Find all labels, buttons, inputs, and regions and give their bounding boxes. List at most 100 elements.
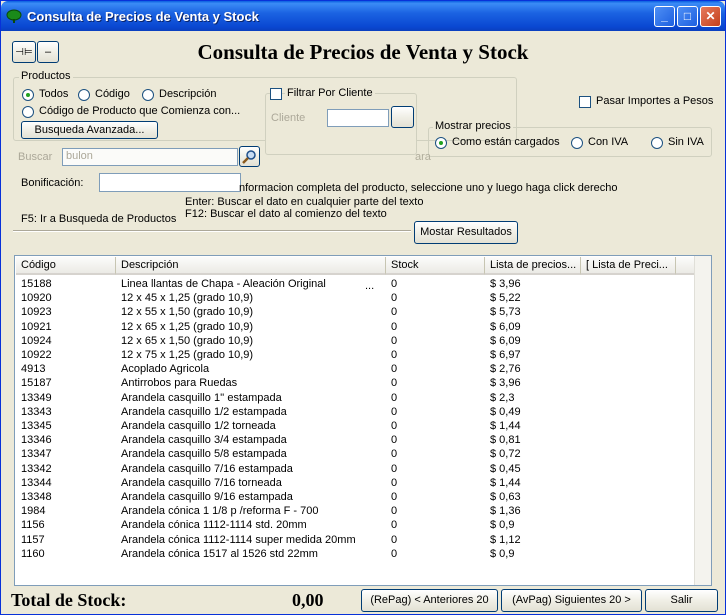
cell-precio: $ 1,44 [490,476,521,489]
cell-descripcion: Arandela cónica 1112-1114 std. 20mm [121,519,307,532]
cell-codigo: 1157 [21,533,45,546]
cell-stock: 0 [391,420,398,432]
productos-group-title: Productos [19,70,73,82]
cell-precio: $ 0,49 [490,405,521,418]
row-ellipsis: ... [365,280,375,292]
cell-codigo: 1984 [21,505,46,518]
table-row[interactable]: 13347 Arandela casquillo 5/8 estampada 0 $ … [15,447,711,461]
table-row[interactable]: 10923 12 x 55 x 1,50 (grado 10,9) 0 $ 5,73 [15,305,711,319]
cell-precio: $ 0,45 [490,462,521,475]
cell-descripcion: Arandela casquillo 7/16 torneada [121,476,282,489]
filtrar-cliente-label: Filtrar Por Cliente [285,87,375,99]
radio-con-iva-label: Con IVA [588,136,629,148]
col-header-lista-precios[interactable]: Lista de precios... [485,257,581,275]
cliente-lookup-button[interactable] [391,106,414,128]
cell-codigo: 10921 [21,320,52,333]
total-stock-value: 0,00 [292,590,324,610]
table-row[interactable]: 1157 Arandela cónica 1112-1114 super medi… [15,533,711,547]
col-header-lista-precios-2[interactable]: [ Lista de Preci... [581,257,676,275]
radio-como-estan[interactable] [435,137,447,149]
table-row[interactable]: 13343 Arandela casquillo 1/2 estampada 0 $ … [15,405,711,419]
busqueda-avanzada-button[interactable]: Busqueda Avanzada... [21,121,158,139]
title-bar[interactable]: Consulta de Precios de Venta y Stock _ □… [1,1,725,31]
cell-precio: $ 0,9 [490,519,515,532]
cell-stock: 0 [391,320,398,333]
maximize-button[interactable]: □ [677,6,698,27]
cell-precio: $ 1,36 [490,505,521,518]
bonificacion-label: Bonificación: [21,177,84,189]
cliente-input[interactable] [327,109,389,127]
table-row[interactable]: 13345 Arandela casquillo 1/2 torneada 0 $ 1… [15,419,711,433]
buscar-button[interactable] [239,146,260,167]
table-row[interactable]: 4913 Acoplado Agricola 0 $ 2,76 [15,362,711,376]
col-header-descripcion[interactable]: Descripción [116,257,386,275]
cell-precio: $ 5,22 [490,292,521,305]
cliente-label: Cliente [271,112,306,124]
cell-precio: $ 0,63 [490,491,521,503]
salir-button[interactable]: Salir [645,589,718,612]
products-grid[interactable]: Código Descripción Stock Lista de precio… [14,255,712,586]
cell-codigo: 1160 [21,547,45,560]
radio-con-iva[interactable] [571,137,583,149]
table-row[interactable]: 13344 Arandela casquillo 7/16 torneada 0 $ … [15,476,711,490]
cell-codigo: 13342 [21,462,52,475]
radio-codigo-comienza-label: Código de Producto que Comienza con... [39,105,241,117]
cell-stock: 0 [391,363,398,376]
cell-stock: 0 [391,476,398,489]
grid-vertical-scrollbar[interactable] [694,256,711,585]
mostrar-precios-title: Mostrar precios [433,120,513,132]
siguientes-button[interactable]: (AvPag) Siguientes 20 > [501,589,642,612]
table-row[interactable]: 1984 Arandela cónica 1 1/8 p /reforma F -… [15,504,711,518]
cell-descripcion: Arandela casquillo 3/4 estampada [121,434,287,447]
table-row[interactable]: 13346 Arandela casquillo 3/4 estampada 0 $ … [15,433,711,447]
filtrar-cliente-checkbox[interactable] [270,88,282,100]
table-row[interactable]: 1160 Arandela cónica 1517 al 1526 std 22m… [15,547,711,561]
cell-codigo: 13344 [21,476,52,489]
cell-stock: 0 [391,547,398,560]
radio-codigo-comienza[interactable] [22,106,34,118]
minimize-button[interactable]: _ [654,6,675,27]
radio-descripcion[interactable] [142,89,154,101]
mostrar-resultados-button[interactable]: Mostar Resultados [414,221,518,244]
buscar-input[interactable]: bulon [62,148,238,166]
table-row[interactable]: 15187 Antirrobos para Ruedas 0 $ 3,96 [15,376,711,390]
table-row[interactable]: 13348 Arandela casquillo 9/16 estampada 0 $… [15,490,711,504]
pasar-importes-checkbox[interactable] [579,96,591,108]
table-row[interactable]: 15188 Linea llantas de Chapa - Aleación … [15,277,711,291]
cell-precio: $ 1,12 [490,533,521,546]
radio-sin-iva[interactable] [651,137,663,149]
cell-precio: $ 3,96 [490,278,521,290]
anteriores-button[interactable]: (RePag) < Anteriores 20 [361,589,498,612]
cell-codigo: 10923 [21,306,52,319]
cell-descripcion: Arandela casquillo 1/2 torneada [121,420,276,432]
table-row[interactable]: 10922 12 x 75 x 1,25 (grado 10,9) 0 $ 6,97 [15,348,711,362]
table-row[interactable]: 13342 Arandela casquillo 7/16 estampada 0 $… [15,462,711,476]
cell-stock: 0 [391,448,398,461]
main-window: Consulta de Precios de Venta y Stock _ □… [0,0,726,615]
cell-stock: 0 [391,334,398,347]
cell-precio: $ 1,44 [490,420,521,432]
cell-descripcion: Arandela casquillo 1/2 estampada [121,405,287,418]
cell-precio: $ 2,76 [490,363,521,376]
close-button[interactable]: ✕ [700,6,721,27]
table-row[interactable]: 10921 12 x 65 x 1,25 (grado 10,9) 0 $ 6,09 [15,320,711,334]
radio-todos-label: Todos [39,88,69,100]
cell-descripcion: Arandela casquillo 5/8 estampada [121,448,287,461]
help-f5: F5: Ir a Busqueda de Productos [21,213,177,225]
col-header-stock[interactable]: Stock [386,257,485,275]
bonificacion-input[interactable] [99,173,241,192]
col-header-codigo[interactable]: Código [16,257,116,275]
help-line-1: nformacion completa del producto, selecc… [239,182,618,194]
cell-stock: 0 [391,278,398,290]
cell-descripcion: Arandela cónica 1517 al 1526 std 22mm [121,547,318,560]
table-row[interactable]: 13349 Arandela casquillo 1'' estampada 0 $ … [15,391,711,405]
page-title: Consulta de Precios de Venta y Stock [197,40,529,64]
cell-stock: 0 [391,505,398,518]
help-line-3: F12: Buscar el dato al comienzo del text… [185,208,387,220]
table-row[interactable]: 10920 12 x 45 x 1,25 (grado 10,9) 0 $ 5,22 [15,291,711,305]
radio-todos[interactable] [22,89,34,101]
window-title: Consulta de Precios de Venta y Stock [27,9,259,24]
radio-codigo[interactable] [78,89,90,101]
table-row[interactable]: 1156 Arandela cónica 1112-1114 std. 20mm 0… [15,518,711,532]
table-row[interactable]: 10924 12 x 65 x 1,50 (grado 10,9) 0 $ 6,09 [15,334,711,348]
